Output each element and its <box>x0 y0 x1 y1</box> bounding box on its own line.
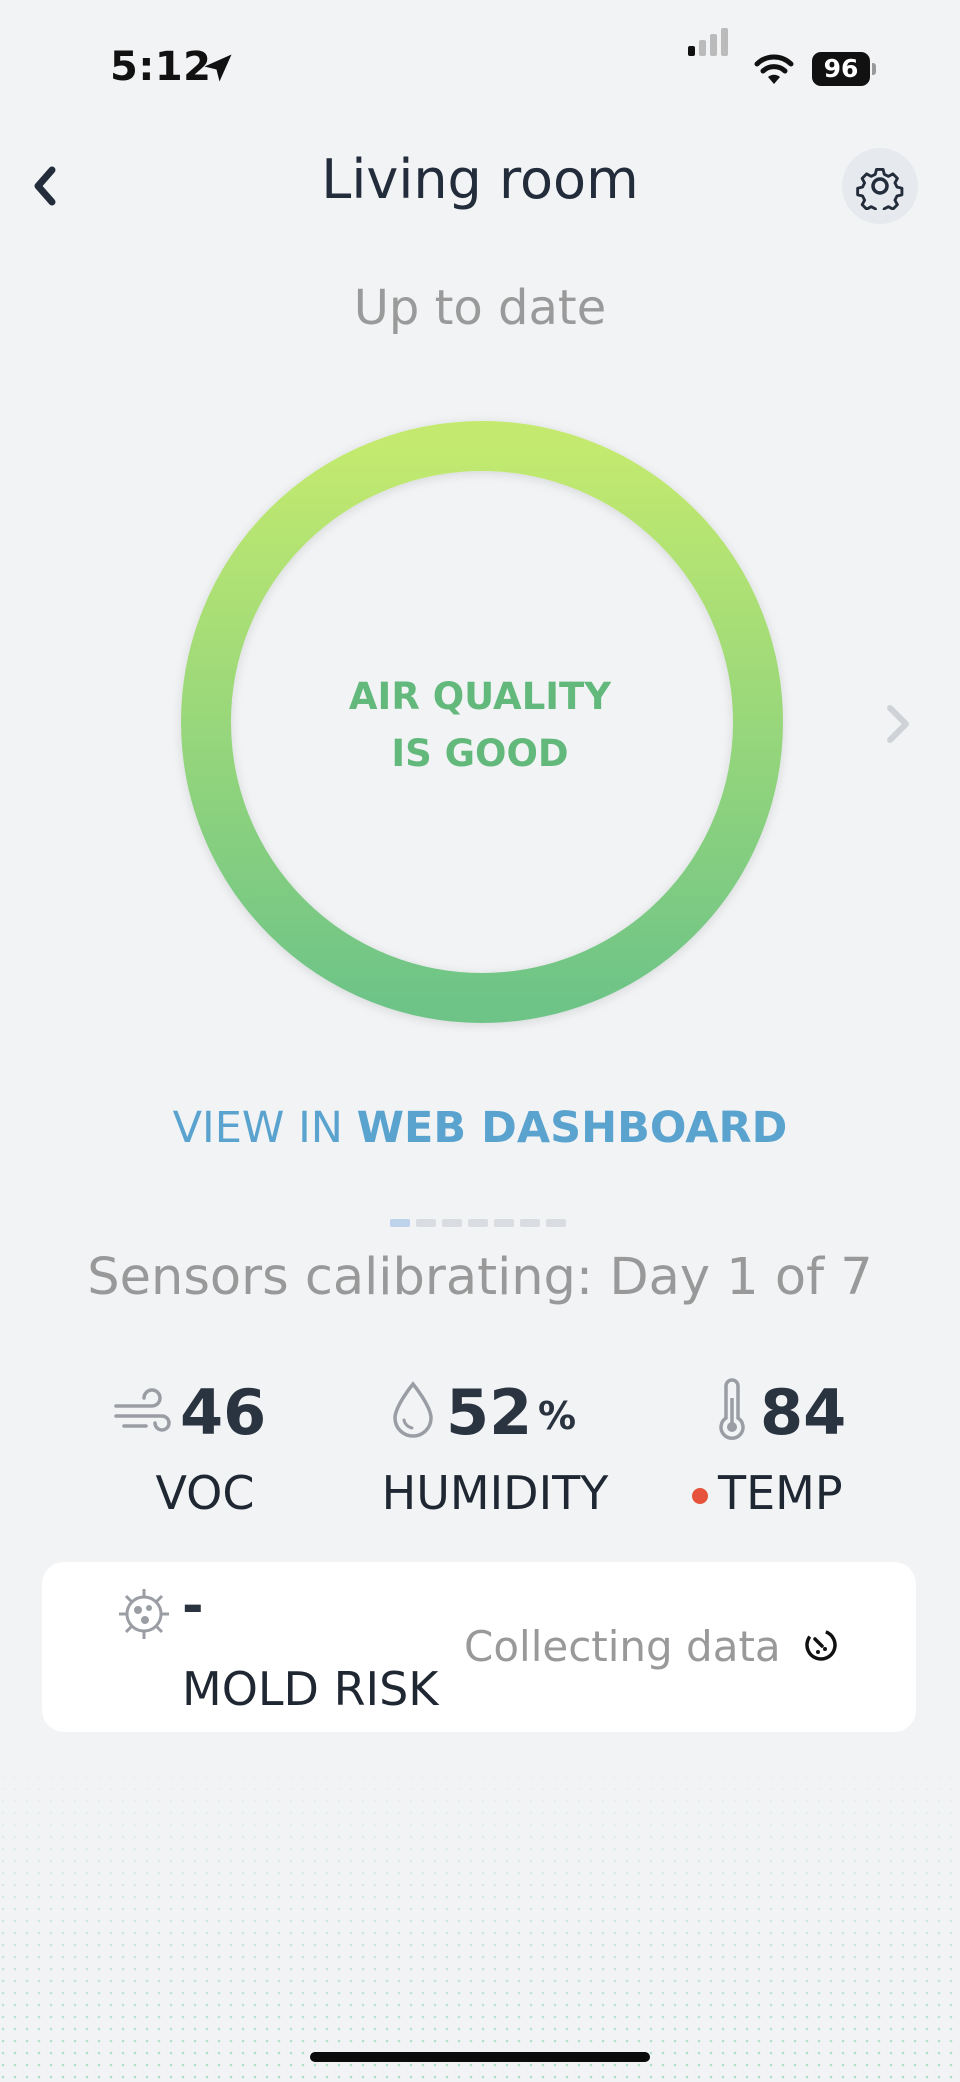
home-indicator[interactable] <box>310 2052 650 2062</box>
droplet-icon <box>393 1381 433 1438</box>
progress-segment <box>390 1219 410 1227</box>
progress-segment <box>442 1219 462 1227</box>
humidity-unit: % <box>538 1394 577 1438</box>
mold-spore-icon <box>119 1589 169 1639</box>
battery-indicator: 96 <box>812 52 876 86</box>
battery-level: 96 <box>812 52 870 86</box>
location-arrow-icon <box>204 54 232 82</box>
calibration-progress <box>390 1219 566 1227</box>
settings-button[interactable] <box>842 148 918 224</box>
progress-segment <box>416 1219 436 1227</box>
gear-icon <box>856 167 904 210</box>
mold-risk-value: - <box>182 1576 204 1636</box>
page-title: Living room <box>321 148 639 211</box>
update-status: Up to date <box>353 280 607 336</box>
mold-risk-label: MOLD RISK <box>182 1662 439 1716</box>
humidity-label: HUMIDITY <box>381 1466 609 1520</box>
wifi-icon <box>754 54 794 84</box>
air-quality-status: AIR QUALITY IS GOOD <box>330 668 630 782</box>
humidity-value: 52 <box>446 1376 533 1449</box>
web-dashboard-link[interactable]: VIEW IN WEB DASHBOARD <box>0 1103 960 1153</box>
calibration-text: Sensors calibrating: Day 1 of 7 <box>87 1248 873 1307</box>
temp-label: TEMP <box>718 1466 843 1520</box>
voc-value: 46 <box>180 1376 267 1449</box>
progress-segment <box>520 1219 540 1227</box>
voc-label: VOC <box>155 1466 255 1520</box>
mold-risk-status: Collecting data <box>464 1622 781 1671</box>
wind-icon <box>114 1388 171 1432</box>
progress-segment <box>546 1219 566 1227</box>
mold-risk-card[interactable]: - MOLD RISK Collecting data <box>42 1562 916 1732</box>
progress-segment <box>494 1219 514 1227</box>
status-time: 5:12 <box>110 44 212 90</box>
temp-alert-dot <box>692 1488 708 1504</box>
next-chevron-icon[interactable] <box>880 700 916 748</box>
air-quality-line2: IS GOOD <box>391 732 569 775</box>
dashboard-link-prefix: VIEW IN <box>172 1103 343 1153</box>
dashboard-link-bold: WEB DASHBOARD <box>356 1103 788 1153</box>
timer-icon <box>805 1629 837 1661</box>
air-quality-line1: AIR QUALITY <box>348 675 612 718</box>
thermometer-icon <box>719 1378 745 1440</box>
dotted-background <box>0 1750 960 2082</box>
progress-segment <box>468 1219 488 1227</box>
temp-value: 84 <box>760 1376 847 1449</box>
